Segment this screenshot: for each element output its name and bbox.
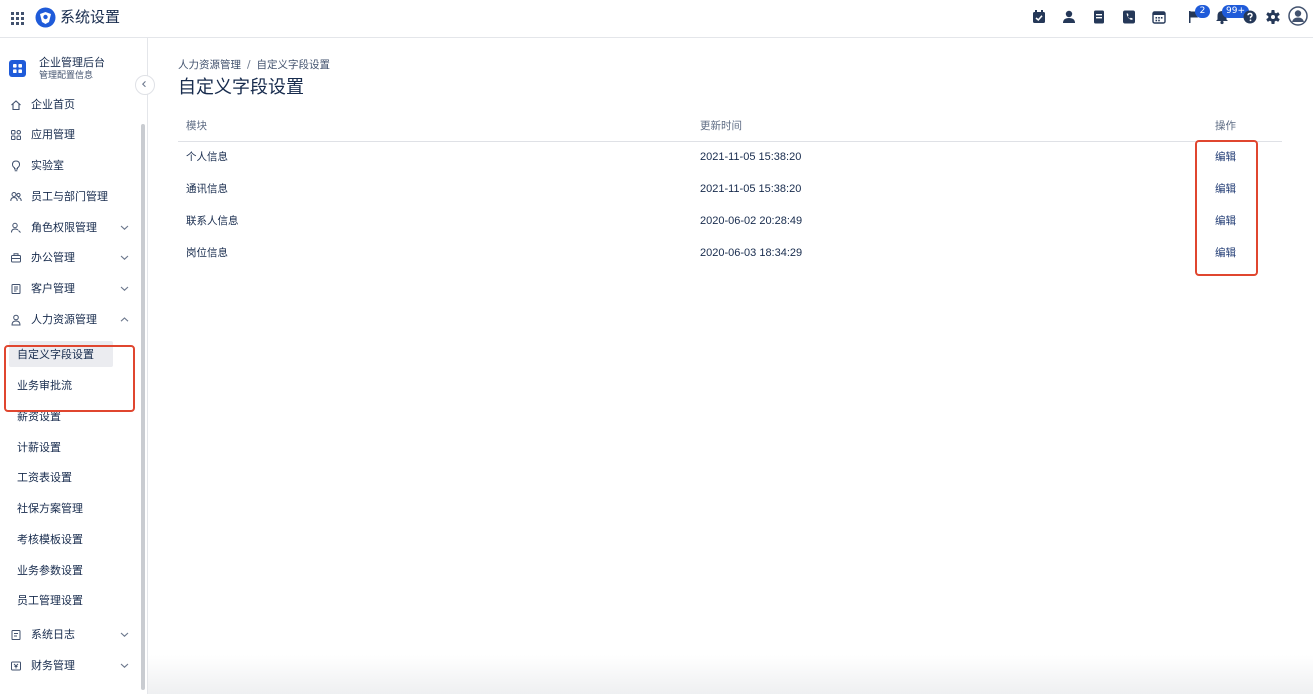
page-title: 自定义字段设置 (178, 77, 304, 98)
sub-item-payslip[interactable]: 工资表设置 (9, 464, 113, 490)
app-title: 系统设置 (60, 8, 121, 26)
breadcrumb: 人力资源管理 / 自定义字段设置 (178, 58, 330, 72)
person-icon (11, 314, 21, 326)
sub-item-staff-settings[interactable]: 员工管理设置 (9, 587, 113, 613)
org-header[interactable]: 企业管理后台 管理配置信息 (9, 55, 137, 85)
nav-label: 办公管理 (31, 251, 75, 264)
home-icon (11, 100, 21, 111)
sub-item-label: 计薪设置 (17, 441, 61, 454)
settings-icon[interactable] (1265, 9, 1281, 25)
apps-grid-icon[interactable] (11, 12, 24, 25)
top-bar: 系统设置 2 99+ (0, 0, 1313, 38)
nav-label: 系统日志 (31, 628, 75, 641)
sub-item-payroll[interactable]: 计薪设置 (9, 434, 113, 460)
org-icon (9, 60, 26, 77)
customer-icon (11, 284, 21, 294)
table-row: 通讯信息 2021-11-05 15:38:20 编辑 (178, 174, 1282, 206)
avatar-icon[interactable] (1288, 6, 1308, 26)
sidebar: 企业管理后台 管理配置信息 企业首页 应用管理 实验室 员工与部门管理 角色权限… (0, 38, 148, 694)
nav-item-customers[interactable]: 客户管理 (0, 276, 140, 302)
table-row: 岗位信息 2020-06-03 18:34:29 编辑 (178, 238, 1282, 270)
chevron-left-icon (141, 81, 146, 88)
nav-item-apps[interactable]: 应用管理 (0, 122, 140, 148)
calendar-icon[interactable] (1151, 9, 1167, 25)
nav-item-office[interactable]: 办公管理 (0, 245, 140, 271)
phone-icon[interactable] (1121, 9, 1137, 25)
apps-icon (11, 130, 21, 140)
office-icon (11, 253, 21, 263)
flag-badge: 2 (1195, 5, 1210, 18)
nav-item-hr[interactable]: 人力资源管理 (0, 307, 140, 333)
column-header-action: 操作 (1215, 120, 1236, 132)
sub-item-social-insurance[interactable]: 社保方案管理 (9, 495, 113, 521)
column-header-module: 模块 (186, 120, 207, 132)
nav-item-system-log[interactable]: 系统日志 (0, 622, 140, 648)
table-row: 个人信息 2021-11-05 15:38:20 编辑 (178, 142, 1282, 174)
nav-item-roles[interactable]: 角色权限管理 (0, 215, 140, 241)
cell-module: 联系人信息 (186, 215, 239, 227)
finance-icon (11, 661, 21, 671)
cell-updated: 2020-06-03 18:34:29 (700, 247, 803, 259)
lightbulb-icon (11, 160, 21, 172)
cell-module: 岗位信息 (186, 247, 228, 259)
role-icon (11, 222, 21, 233)
chevron-down-icon (120, 632, 129, 637)
column-header-updated: 更新时间 (700, 120, 742, 132)
sub-item-label: 业务参数设置 (17, 564, 83, 577)
chevron-down-icon (120, 663, 129, 668)
chevron-down-icon (120, 225, 129, 230)
sub-item-label: 员工管理设置 (17, 594, 83, 607)
nav-label: 客户管理 (31, 282, 75, 295)
breadcrumb-separator: / (247, 59, 251, 71)
nav-label: 实验室 (31, 159, 64, 172)
sub-item-label: 工资表设置 (17, 471, 72, 484)
sub-item-business-params[interactable]: 业务参数设置 (9, 557, 113, 583)
nav-label: 应用管理 (31, 128, 75, 141)
sub-item-appraisal-template[interactable]: 考核模板设置 (9, 526, 113, 552)
nav-item-home[interactable]: 企业首页 (0, 92, 140, 118)
highlight-box-edit-actions (1195, 140, 1258, 276)
cell-module: 个人信息 (186, 151, 228, 163)
nav-label: 财务管理 (31, 659, 75, 672)
calendar-check-icon[interactable] (1031, 9, 1047, 25)
nav-item-staff[interactable]: 员工与部门管理 (0, 184, 140, 210)
app-logo-icon (35, 7, 56, 28)
highlight-box-hr-menu (4, 345, 135, 412)
nav-label: 角色权限管理 (31, 221, 97, 234)
breadcrumb-item-current: 自定义字段设置 (256, 59, 331, 71)
org-subtitle: 管理配置信息 (39, 71, 94, 81)
log-icon (11, 630, 21, 640)
cell-updated: 2021-11-05 15:38:20 (700, 151, 802, 163)
cell-updated: 2020-06-02 20:28:49 (700, 215, 803, 227)
user-icon[interactable] (1061, 9, 1077, 25)
nav-item-finance[interactable]: 财务管理 (0, 653, 140, 679)
help-icon[interactable] (1242, 9, 1258, 25)
sub-item-label: 考核模板设置 (17, 533, 83, 546)
collapse-sidebar-button[interactable] (135, 75, 155, 95)
cell-module: 通讯信息 (186, 183, 228, 195)
table-header: 模块 更新时间 操作 (178, 113, 1282, 142)
chevron-up-icon (120, 317, 129, 322)
chevron-down-icon (120, 255, 129, 260)
nav-item-lab[interactable]: 实验室 (0, 153, 140, 179)
document-icon[interactable] (1091, 9, 1107, 25)
org-name: 企业管理后台 (39, 56, 105, 69)
nav-label: 人力资源管理 (31, 313, 97, 326)
sidebar-scrollbar[interactable] (141, 124, 145, 690)
team-icon (10, 192, 22, 202)
sub-item-label: 社保方案管理 (17, 502, 83, 515)
nav-label: 企业首页 (31, 98, 75, 111)
cell-updated: 2021-11-05 15:38:20 (700, 183, 802, 195)
chevron-down-icon (120, 286, 129, 291)
table-row: 联系人信息 2020-06-02 20:28:49 编辑 (178, 206, 1282, 238)
breadcrumb-item-hr[interactable]: 人力资源管理 (178, 59, 241, 71)
nav-label: 员工与部门管理 (31, 190, 108, 203)
bottom-shadow (148, 655, 1313, 694)
